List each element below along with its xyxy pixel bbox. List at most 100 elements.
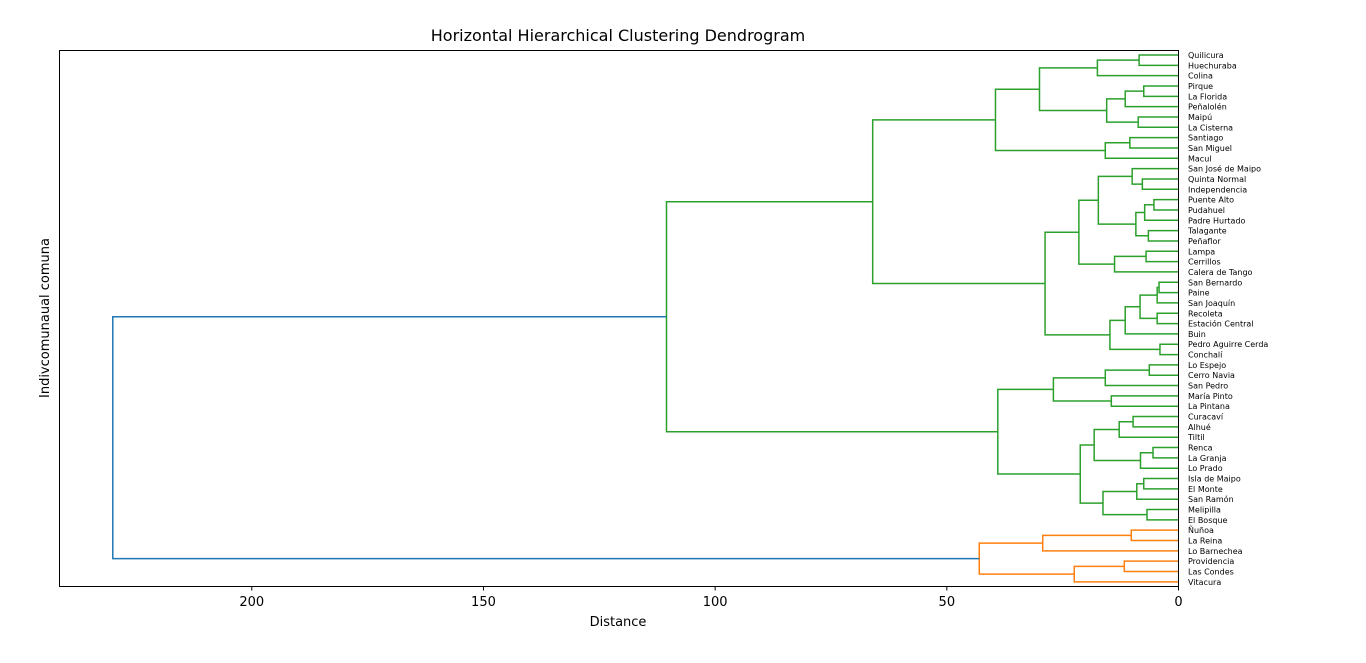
leaf-label: Cerro Navia [1188, 371, 1235, 380]
dendrogram-link [1124, 90, 1179, 108]
dendrogram-link [1148, 364, 1179, 376]
leaf-label: Buin [1188, 330, 1206, 339]
leaf-label: Renca [1188, 444, 1213, 453]
dendrogram-link [1137, 116, 1179, 129]
leaf-label: Peñalolén [1188, 102, 1227, 112]
dendrogram-link [1152, 446, 1179, 459]
leaf-label: Calera de Tango [1188, 268, 1253, 277]
leaf-label: Las Condes [1188, 568, 1234, 577]
leaf-label: Peñaflor [1188, 237, 1221, 246]
dendrogram-link [1130, 529, 1179, 542]
leaf-label: San Ramón [1188, 494, 1234, 504]
leaf-label: Talagante [1187, 227, 1227, 236]
dendrogram-link [1093, 428, 1141, 462]
x-tick-label: 100 [703, 595, 728, 610]
dendrogram-link [1044, 231, 1110, 336]
leaf-label: Providencia [1188, 557, 1234, 566]
dendrogram-link [1131, 167, 1179, 185]
leaf-label: Conchalí [1188, 351, 1223, 360]
x-tick-label: 150 [471, 595, 496, 610]
dendrogram-link [1138, 54, 1179, 67]
x-tick-label: 200 [239, 595, 264, 610]
leaf-labels: QuilicuraHuechuraba ColinaPirqueLa Florid… [1187, 51, 1268, 587]
leaf-label: Lo Espejo [1188, 361, 1226, 370]
dendrogram-link [1139, 294, 1158, 320]
x-axis-ticks: 200 150 100 50 0 [239, 586, 1183, 610]
dendrogram-link [1147, 229, 1179, 242]
dendrogram-link [978, 542, 1075, 575]
dendrogram-link [1139, 451, 1179, 469]
leaf-label: Santiago [1188, 134, 1223, 143]
leaf-label: Macul [1188, 154, 1212, 163]
dendrogram-link [1096, 59, 1179, 77]
dendrogram-link [1041, 534, 1179, 552]
leaf-label: El Monte [1188, 485, 1223, 494]
dendrogram-links [112, 54, 1179, 583]
y-axis-label: Indivcomunaual comuna [38, 238, 53, 398]
x-tick-label: 50 [939, 595, 956, 610]
leaf-label: San Joaquín [1188, 299, 1235, 308]
dendrogram-link [871, 119, 1046, 285]
dendrogram-link [1143, 204, 1179, 222]
dendrogram-link [1102, 490, 1147, 516]
leaf-label: Vitacura [1188, 578, 1221, 587]
leaf-label: La Pintana [1188, 402, 1230, 411]
dendrogram-link [1143, 477, 1179, 490]
leaf-label: Lo Prado [1188, 464, 1223, 473]
leaf-label: Melipilla [1188, 506, 1221, 515]
leaf-label: Puente Alto [1188, 196, 1234, 205]
dendrogram-link [1052, 377, 1112, 402]
dendrogram-link [1146, 508, 1179, 521]
leaf-label: La Florida [1188, 92, 1227, 101]
leaf-label: María Pinto [1188, 392, 1233, 401]
dendrogram-link [1135, 211, 1149, 237]
dendrogram-link [1153, 198, 1179, 211]
dendrogram-link [1118, 420, 1179, 438]
dendrogram-link [1073, 565, 1179, 583]
leaf-label: Isla de Maipo [1188, 475, 1241, 484]
dendrogram-link [1124, 306, 1179, 335]
dendrogram-link [1109, 319, 1160, 351]
leaf-label: San José de Maipo [1188, 164, 1261, 174]
leaf-label: Independencia [1188, 185, 1247, 194]
dendrogram-link [1145, 250, 1179, 263]
leaf-label: San Bernardo [1188, 278, 1242, 287]
dendrogram-link [1104, 369, 1179, 387]
leaf-label: Curacaví [1188, 413, 1224, 422]
leaf-label: Colina [1188, 72, 1213, 81]
leaf-label: Cerrillos [1188, 258, 1221, 267]
dendrogram-link [1105, 98, 1139, 123]
dendrogram-link [1110, 395, 1179, 407]
dendrogram-link [1132, 415, 1179, 428]
leaf-label: Paine [1188, 289, 1210, 298]
leaf-label: Quilicura [1188, 51, 1224, 60]
dendrogram-link [994, 88, 1106, 152]
dendrogram-link [1129, 136, 1179, 149]
leaf-label: Lo Barnechea [1188, 547, 1243, 556]
leaf-label: Ñuñoa [1188, 525, 1214, 535]
leaf-label: Quinta Normal [1188, 175, 1246, 184]
dendrogram-link [1038, 67, 1107, 112]
dendrogram-link [112, 315, 980, 560]
leaf-label: Pedro Aguirre Cerda [1188, 340, 1268, 349]
leaf-label: Padre Hurtado [1188, 216, 1246, 225]
dendrogram-link [1159, 343, 1179, 356]
dendrogram-link [1097, 175, 1136, 225]
leaf-label: San Miguel [1188, 144, 1232, 153]
x-tick-label: 0 [1174, 595, 1182, 610]
dendrogram-link [1123, 560, 1179, 573]
leaf-label: Pudahuel [1188, 206, 1225, 215]
dendrogram-link [1156, 312, 1179, 325]
leaf-label: La Reina [1188, 537, 1222, 546]
dendrogram-link [1079, 444, 1103, 504]
dendrogram-link [1143, 85, 1179, 98]
dendrogram-link [1104, 142, 1179, 160]
dendrogram-link [1078, 199, 1115, 265]
leaf-label: San Pedro [1188, 382, 1228, 391]
leaf-label: Tiltil [1187, 433, 1205, 442]
x-axis-label: Distance [590, 615, 647, 630]
leaf-label: Huechuraba [1188, 61, 1237, 70]
leaf-label: Maipú [1188, 113, 1212, 122]
leaf-label: Recoleta [1188, 309, 1223, 318]
dendrogram-link [997, 388, 1081, 475]
